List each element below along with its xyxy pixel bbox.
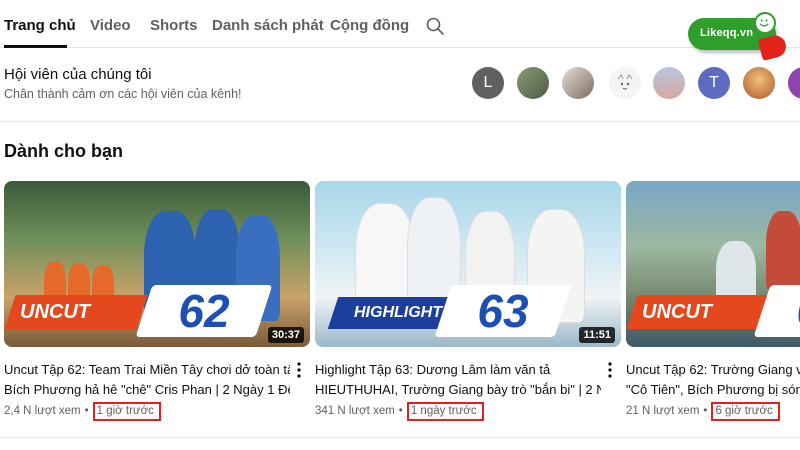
member-avatar[interactable] <box>517 67 549 99</box>
episode-badge: 62 <box>135 285 273 337</box>
smiley-icon <box>754 12 776 34</box>
member-avatar[interactable]: L <box>472 67 504 99</box>
section-title: Dành cho bạn <box>4 141 124 161</box>
member-avatar[interactable] <box>743 67 775 99</box>
video-thumbnail[interactable]: UNCUT 62 <box>626 181 800 347</box>
member-avatar[interactable] <box>653 67 685 99</box>
more-vert-icon[interactable] <box>603 361 617 379</box>
tab-shorts[interactable]: Shorts <box>150 17 198 34</box>
member-avatar[interactable] <box>788 67 800 99</box>
video-title[interactable]: Uncut Tập 62: Trường Giang vui "Cô Tiên"… <box>626 360 800 400</box>
more-vert-icon[interactable] <box>292 361 306 379</box>
video-thumbnail[interactable]: UNCUT 62 30:37 <box>4 181 310 347</box>
member-avatar[interactable] <box>562 67 594 99</box>
episode-badge: 63 <box>434 285 572 337</box>
upload-time: 1 giờ trước <box>92 402 161 421</box>
upload-time: 1 ngày trước <box>406 402 484 421</box>
video-title[interactable]: Highlight Tập 63: Dương Lâm làm văn tả H… <box>315 360 601 400</box>
tab-community[interactable]: Cộng đồng <box>330 17 409 34</box>
view-count: 2,4 N lượt xem <box>4 405 81 417</box>
bottom-divider <box>0 437 800 438</box>
video-meta: 21 N lượt xem • 6 giờ trước <box>626 402 780 421</box>
active-tab-indicator <box>4 45 67 48</box>
tab-videos[interactable]: Video <box>90 17 131 34</box>
view-count: 341 N lượt xem <box>315 405 395 417</box>
channel-tabs: Trang chủ Video Shorts Danh sách phát Cộ… <box>0 0 800 48</box>
member-avatar[interactable] <box>609 67 641 99</box>
members-title: Hội viên của chúng tôi <box>4 66 152 83</box>
video-card[interactable]: UNCUT 62 30:37 Uncut Tập 62: Team Trai M… <box>4 181 310 431</box>
video-title[interactable]: Uncut Tập 62: Team Trai Miền Tây chơi dở… <box>4 360 290 400</box>
section-divider <box>0 121 800 122</box>
likeqq-logo: Likeqq.vn <box>688 12 789 61</box>
search-icon[interactable] <box>426 17 444 35</box>
tab-home[interactable]: Trang chủ <box>4 17 76 34</box>
logo-text: Likeqq.vn <box>700 27 754 39</box>
video-thumbnail[interactable]: HIGHLIGHT 63 11:51 <box>315 181 621 347</box>
video-card[interactable]: HIGHLIGHT 63 11:51 Highlight Tập 63: Dươ… <box>315 181 621 431</box>
video-meta: 2,4 N lượt xem • 1 giờ trước <box>4 402 161 421</box>
member-avatar[interactable]: T <box>698 67 730 99</box>
video-meta: 341 N lượt xem • 1 ngày trước <box>315 402 484 421</box>
video-card[interactable]: UNCUT 62 Uncut Tập 62: Trường Giang vui … <box>626 181 800 431</box>
tab-playlists[interactable]: Danh sách phát <box>212 17 324 34</box>
view-count: 21 N lượt xem <box>626 405 700 417</box>
upload-time: 6 giờ trước <box>711 402 780 421</box>
uncut-badge: UNCUT <box>626 295 770 329</box>
members-subtitle: Chân thành cảm ơn các hội viên của kênh! <box>4 87 242 101</box>
video-duration: 11:51 <box>579 327 615 343</box>
video-duration: 30:37 <box>267 327 304 343</box>
uncut-badge: UNCUT <box>4 295 148 329</box>
